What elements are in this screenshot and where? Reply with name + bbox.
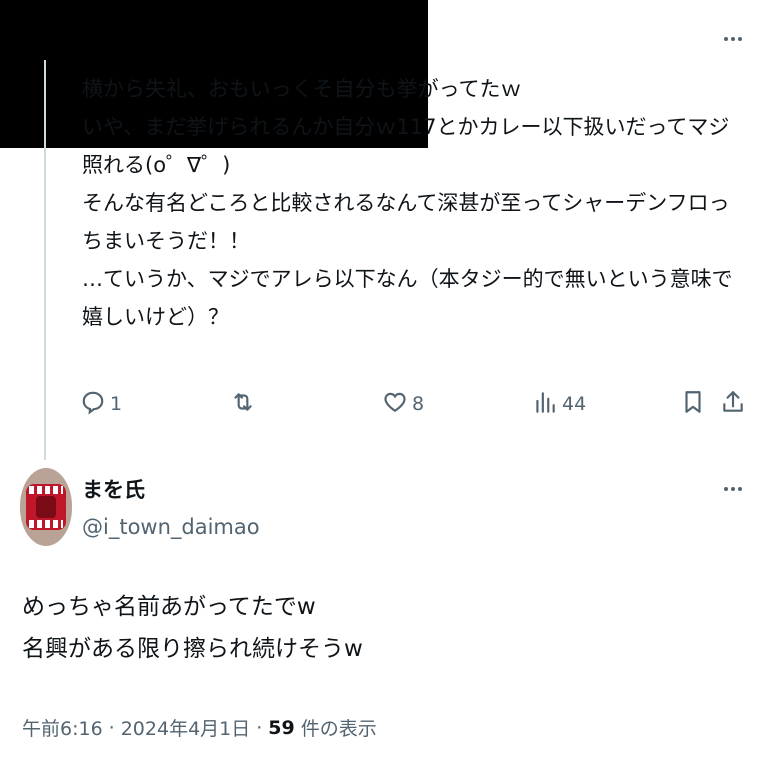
reply-button[interactable]: 1 [80, 384, 122, 424]
retweet-icon [230, 389, 256, 420]
avatar-teeth [29, 486, 63, 494]
tweet-line: 名興がある限り擦られ続けそうw [22, 636, 363, 662]
reply-count: 1 [110, 393, 123, 415]
tweet-text: めっちゃ名前あがってたでw 名興がある限り擦られ続けそうw [22, 586, 742, 670]
tweet-line: 横から失礼、おもいっくそ自分も挙がってたｗ [82, 77, 522, 101]
avatar[interactable] [20, 468, 72, 546]
meta-separator: · [256, 716, 263, 739]
avatar-inner [36, 496, 56, 518]
views-icon [532, 389, 558, 420]
tweet-actions: 1 8 44 [0, 384, 768, 424]
avatar-teeth [29, 520, 63, 528]
tweet-line: …ていうか、マジでアレら以下なん（本タジー的で無いという意味で嬉しいけど）？ [82, 267, 733, 329]
more-icon[interactable] [724, 487, 742, 491]
tweet-line: めっちゃ名前あがってたでw [22, 594, 316, 620]
tweet-time[interactable]: 午前6:16 [22, 714, 103, 741]
heart-icon [382, 389, 408, 420]
like-count: 8 [412, 393, 425, 415]
tweet-text: 横から失礼、おもいっくそ自分も挙がってたｗ いや、まだ挙げられるんか自分ｗ117… [82, 70, 742, 336]
user-handle[interactable]: @i_town_daimao [82, 515, 260, 539]
tweet-date[interactable]: 2024年4月1日 [121, 714, 251, 741]
like-button[interactable]: 8 [382, 384, 424, 424]
share-button[interactable] [720, 384, 746, 424]
meta-separator: · [108, 716, 115, 739]
retweet-button[interactable] [230, 384, 256, 424]
views-button[interactable]: 44 [532, 384, 586, 424]
views-label: 件の表示 [300, 718, 377, 740]
display-name[interactable]: まを氏 [82, 474, 145, 504]
tweet-meta: 午前6:16 · 2024年4月1日 · 59 件の表示 [22, 714, 377, 741]
tweet-line: そんな有名どころと比較されるなんて深甚が至ってシャーデンフロっちまいそうだ！！ [82, 191, 730, 253]
reply-icon [80, 389, 106, 420]
views-total: 59 [268, 716, 295, 739]
share-icon [720, 389, 746, 420]
tweet-line: いや、まだ挙げられるんか自分ｗ117とかカレー以下扱いだってマジ照れる(o゜∇゜… [82, 115, 730, 177]
bookmark-button[interactable] [680, 384, 706, 424]
views-count: 44 [562, 393, 587, 415]
bookmark-icon [680, 389, 706, 420]
more-icon[interactable] [724, 37, 742, 41]
